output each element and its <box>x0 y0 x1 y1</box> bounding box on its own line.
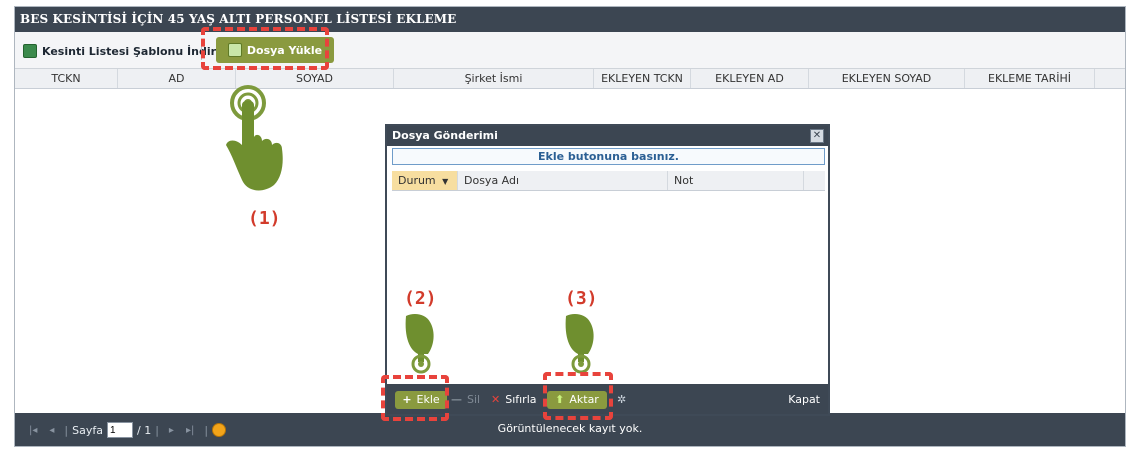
column-added-date[interactable]: EKLEME TARİHİ <box>965 69 1095 88</box>
spreadsheet-icon <box>23 44 37 58</box>
page-title: BES KESİNTİSİ İÇİN 45 YAŞ ALTI PERSONEL … <box>15 7 1125 32</box>
highlight-transfer <box>543 372 613 420</box>
step-2-label: (2) <box>404 288 437 309</box>
column-file-name[interactable]: Dosya Adı <box>458 171 668 190</box>
download-template-label: Kesinti Listesi Şablonu İndir <box>42 44 217 58</box>
grid-header: TCKN AD SOYAD Şirket İsmi EKLEYEN TCKN E… <box>15 69 1125 89</box>
pointing-hand-icon <box>565 314 594 374</box>
delete-label: Sil <box>467 393 481 406</box>
column-status[interactable]: Durum ▼ <box>392 171 458 190</box>
spinner-icon: ✲ <box>617 393 627 406</box>
close-button[interactable]: Kapat <box>788 391 820 409</box>
column-company[interactable]: Şirket İsmi <box>394 69 594 88</box>
pointing-hand-icon <box>405 314 434 374</box>
sort-down-icon: ▼ <box>442 177 449 186</box>
close-icon[interactable]: ✕ <box>810 129 824 143</box>
column-note[interactable]: Not <box>668 171 804 190</box>
highlight-upload <box>201 27 329 70</box>
column-added-by-tckn[interactable]: EKLEYEN TCKN <box>594 69 691 88</box>
minus-icon: — <box>451 393 462 406</box>
dialog-title: Dosya Gönderimi <box>387 126 828 146</box>
column-tckn[interactable]: TCKN <box>15 69 118 88</box>
highlight-add <box>381 375 449 421</box>
x-icon: ✕ <box>491 393 501 406</box>
dialog-hint: Ekle butonuna basınız. <box>392 148 825 165</box>
pointing-hand-icon <box>226 85 283 191</box>
toolbar: Kesinti Listesi Şablonu İndir Dosya Yükl… <box>15 32 1125 69</box>
empty-message: Görüntülenecek kayıt yok. <box>497 422 643 435</box>
download-template-button[interactable]: Kesinti Listesi Şablonu İndir <box>23 41 216 61</box>
dialog-grid-header: Durum ▼ Dosya Adı Not <box>392 171 825 191</box>
dialog-file-list <box>392 191 825 381</box>
reset-label: Sıfırla <box>505 393 537 406</box>
column-added-by-soyad[interactable]: EKLEYEN SOYAD <box>809 69 965 88</box>
column-added-by-ad[interactable]: EKLEYEN AD <box>691 69 809 88</box>
step-3-label: (3) <box>565 288 598 309</box>
delete-button[interactable]: — Sil <box>451 391 480 409</box>
column-status-label: Durum <box>398 174 436 187</box>
reset-button[interactable]: ✕ Sıfırla <box>491 391 537 409</box>
step-1-label: (1) <box>248 208 281 229</box>
